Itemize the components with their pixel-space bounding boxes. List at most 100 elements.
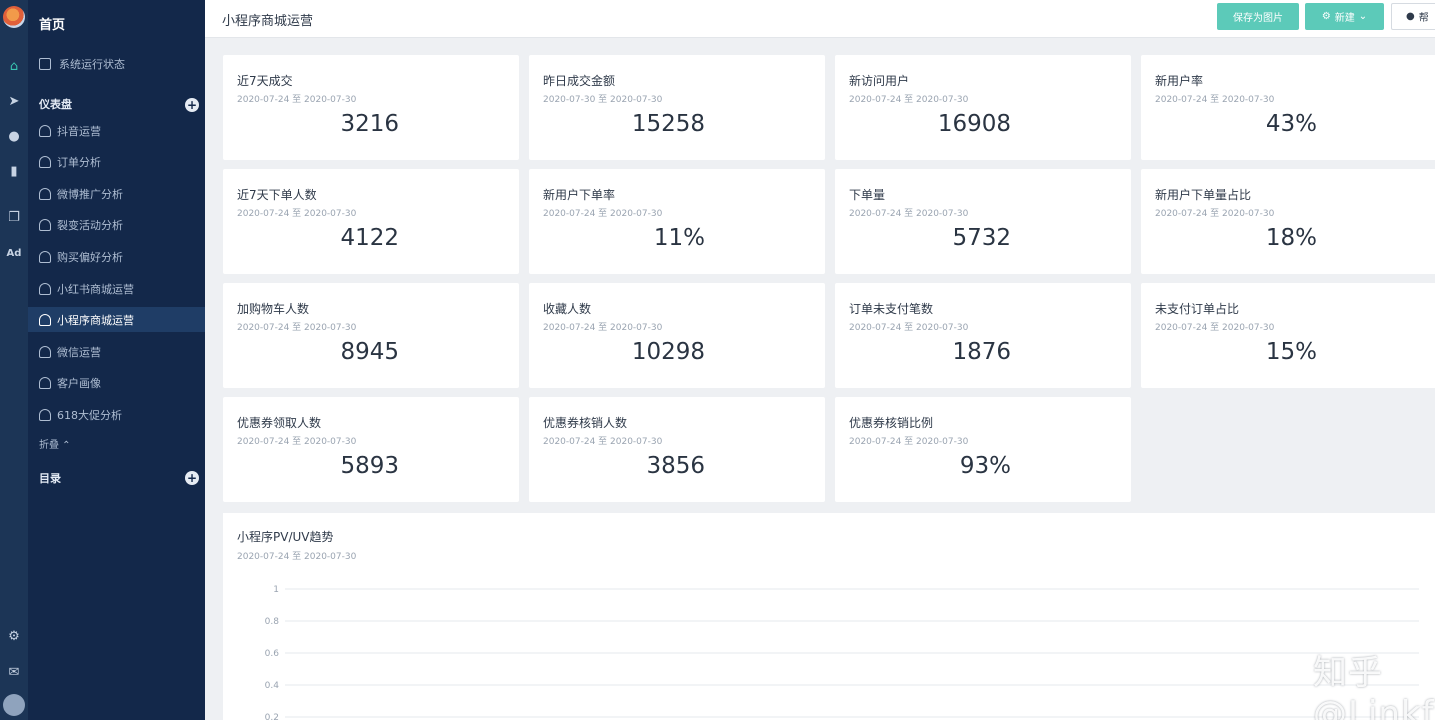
metric-date-range: 2020-07-24 至 2020-07-30 xyxy=(543,209,663,219)
metric-date-range: 2020-07-30 至 2020-07-30 xyxy=(543,95,663,105)
metric-card[interactable]: 优惠券核销人数 2020-07-24 至 2020-07-30 3856 xyxy=(529,397,825,502)
monitor-icon xyxy=(39,58,51,70)
gauge-icon xyxy=(39,124,51,137)
app-logo[interactable] xyxy=(3,6,25,28)
metric-title: 新访问用户 xyxy=(849,74,910,88)
gear-icon[interactable]: ⚙ xyxy=(4,626,24,646)
metric-card[interactable]: 加购物车人数 2020-07-24 至 2020-07-30 8945 xyxy=(223,283,519,388)
ad-icon[interactable]: Ad xyxy=(4,243,24,263)
sidebar-item-fission[interactable]: 裂变活动分析 xyxy=(28,212,205,237)
metric-card[interactable]: 新用户下单量占比 2020-07-24 至 2020-07-30 18% xyxy=(1141,169,1435,274)
sidebar-item-douyin[interactable]: 抖音运营 xyxy=(28,118,205,143)
metric-title: 下单量 xyxy=(849,188,886,202)
sidebar-item-label: 裂变活动分析 xyxy=(57,218,123,232)
gauge-icon xyxy=(39,155,51,168)
metric-date-range: 2020-07-24 至 2020-07-30 xyxy=(237,437,357,447)
add-dashboard-icon[interactable]: + xyxy=(185,98,199,112)
metric-title: 昨日成交金额 xyxy=(543,74,616,88)
metric-value: 11% xyxy=(653,225,705,251)
metric-value: 43% xyxy=(1265,111,1317,137)
sidebar-item-weibo[interactable]: 微博推广分析 xyxy=(28,181,205,206)
home-icon[interactable]: ⌂ xyxy=(4,56,24,76)
page-title: 小程序商城运营 xyxy=(222,14,314,29)
sidebar-item-wechat[interactable]: 微信运营 xyxy=(28,339,205,364)
add-catalog-icon[interactable]: + xyxy=(185,471,199,485)
sidebar-item-label: 小红书商城运营 xyxy=(57,282,134,296)
gauge-icon xyxy=(39,218,51,231)
metric-value: 3216 xyxy=(340,111,399,137)
sidebar-item-618[interactable]: 618大促分析 xyxy=(28,402,205,427)
bar-chart-icon[interactable]: ▮ xyxy=(4,161,24,181)
metric-card[interactable]: 下单量 2020-07-24 至 2020-07-30 5732 xyxy=(835,169,1131,274)
sidebar-item-customer-profile[interactable]: 客户画像 xyxy=(28,370,205,395)
y-tick-label: 0.4 xyxy=(265,681,280,691)
metric-title: 近7天下单人数 xyxy=(237,188,317,202)
metric-value: 5893 xyxy=(340,453,399,479)
metric-card[interactable]: 未支付订单占比 2020-07-24 至 2020-07-30 15% xyxy=(1141,283,1435,388)
metric-date-range: 2020-07-24 至 2020-07-30 xyxy=(543,437,663,447)
sidebar-item-miniprogram[interactable]: 小程序商城运营 xyxy=(28,307,205,332)
metric-date-range: 2020-07-24 至 2020-07-30 xyxy=(237,323,357,333)
sidebar: 首页 系统运行状态 仪表盘 + 抖音运营 订单分析 微博推广分析 裂变活动分析 … xyxy=(28,0,205,720)
create-button[interactable]: ⚙ 新建 ⌄ xyxy=(1305,3,1384,30)
nav-system-status-label: 系统运行状态 xyxy=(59,58,125,71)
message-icon[interactable]: ✉ xyxy=(4,662,24,682)
collapse-toggle[interactable]: 折叠 ⌃ xyxy=(39,436,71,451)
gauge-icon xyxy=(39,345,51,358)
metric-card[interactable]: 收藏人数 2020-07-24 至 2020-07-30 10298 xyxy=(529,283,825,388)
metric-date-range: 2020-07-24 至 2020-07-30 xyxy=(849,95,969,105)
dashboards-title: 仪表盘 xyxy=(39,98,72,111)
gear-icon: ⚙ xyxy=(1321,11,1331,22)
save-as-image-label: 保存为图片 xyxy=(1233,13,1283,24)
metric-value: 1876 xyxy=(952,339,1011,365)
metric-date-range: 2020-07-24 至 2020-07-30 xyxy=(849,209,969,219)
gauge-icon xyxy=(39,187,51,200)
metric-card[interactable]: 新访问用户 2020-07-24 至 2020-07-30 16908 xyxy=(835,55,1131,160)
sidebar-item-label: 微信运营 xyxy=(57,345,101,359)
metric-date-range: 2020-07-24 至 2020-07-30 xyxy=(543,323,663,333)
metric-title: 新用户率 xyxy=(1155,74,1204,88)
metric-card[interactable]: 近7天下单人数 2020-07-24 至 2020-07-30 4122 xyxy=(223,169,519,274)
main-content: 小程序商城运营 保存为图片 ⚙ 新建 ⌄ ● 帮 近7天成交 2020-07-24 至 … xyxy=(205,0,1435,720)
nav-system-status[interactable]: 系统运行状态 xyxy=(39,56,125,72)
sidebar-item-label: 订单分析 xyxy=(57,155,101,169)
metric-card[interactable]: 优惠券领取人数 2020-07-24 至 2020-07-30 5893 xyxy=(223,397,519,502)
user-icon[interactable]: ● xyxy=(4,126,24,146)
y-tick-label: 0.8 xyxy=(265,617,280,627)
sidebar-item-xiaohongshu[interactable]: 小红书商城运营 xyxy=(28,276,205,301)
metric-title: 优惠券核销比例 xyxy=(849,416,934,430)
metric-title: 优惠券领取人数 xyxy=(237,416,322,430)
metric-card[interactable]: 优惠券核销比例 2020-07-24 至 2020-07-30 93% xyxy=(835,397,1131,502)
metric-title: 订单未支付笔数 xyxy=(849,302,934,316)
metric-title: 未支付订单占比 xyxy=(1155,302,1240,316)
metric-title: 收藏人数 xyxy=(543,302,592,316)
save-as-image-button[interactable]: 保存为图片 xyxy=(1217,3,1299,30)
y-tick-label: 0.6 xyxy=(265,649,280,659)
metric-card[interactable]: 新用户率 2020-07-24 至 2020-07-30 43% xyxy=(1141,55,1435,160)
metric-title: 优惠券核销人数 xyxy=(543,416,628,430)
metric-title: 加购物车人数 xyxy=(237,302,310,316)
sidebar-item-label: 购买偏好分析 xyxy=(57,250,123,264)
sidebar-item-label: 抖音运营 xyxy=(57,124,101,138)
metric-value: 3856 xyxy=(646,453,705,479)
metric-value: 16908 xyxy=(937,111,1011,137)
header: 小程序商城运营 保存为图片 ⚙ 新建 ⌄ ● 帮 xyxy=(205,0,1435,38)
sidebar-item-label: 微博推广分析 xyxy=(57,187,123,201)
y-tick-label: 1 xyxy=(273,585,279,595)
avatar[interactable] xyxy=(3,694,25,716)
metric-card[interactable]: 近7天成交 2020-07-24 至 2020-07-30 3216 xyxy=(223,55,519,160)
help-button[interactable]: ● 帮 xyxy=(1391,3,1435,30)
chat-icon[interactable]: ❐ xyxy=(4,207,24,227)
metric-date-range: 2020-07-24 至 2020-07-30 xyxy=(1155,323,1275,333)
metric-title: 近7天成交 xyxy=(237,74,293,88)
metric-card[interactable]: 新用户下单率 2020-07-24 至 2020-07-30 11% xyxy=(529,169,825,274)
send-icon[interactable]: ➤ xyxy=(4,91,24,111)
metric-card[interactable]: 昨日成交金额 2020-07-30 至 2020-07-30 15258 xyxy=(529,55,825,160)
metric-card[interactable]: 订单未支付笔数 2020-07-24 至 2020-07-30 1876 xyxy=(835,283,1131,388)
gauge-icon xyxy=(39,313,51,326)
catalog-title: 目录 xyxy=(39,472,61,485)
sidebar-item-preference[interactable]: 购买偏好分析 xyxy=(28,244,205,269)
nav-home[interactable]: 首页 xyxy=(39,14,65,33)
sidebar-item-orders[interactable]: 订单分析 xyxy=(28,149,205,174)
watermark: 知乎 @Linkflow xyxy=(1313,653,1435,720)
